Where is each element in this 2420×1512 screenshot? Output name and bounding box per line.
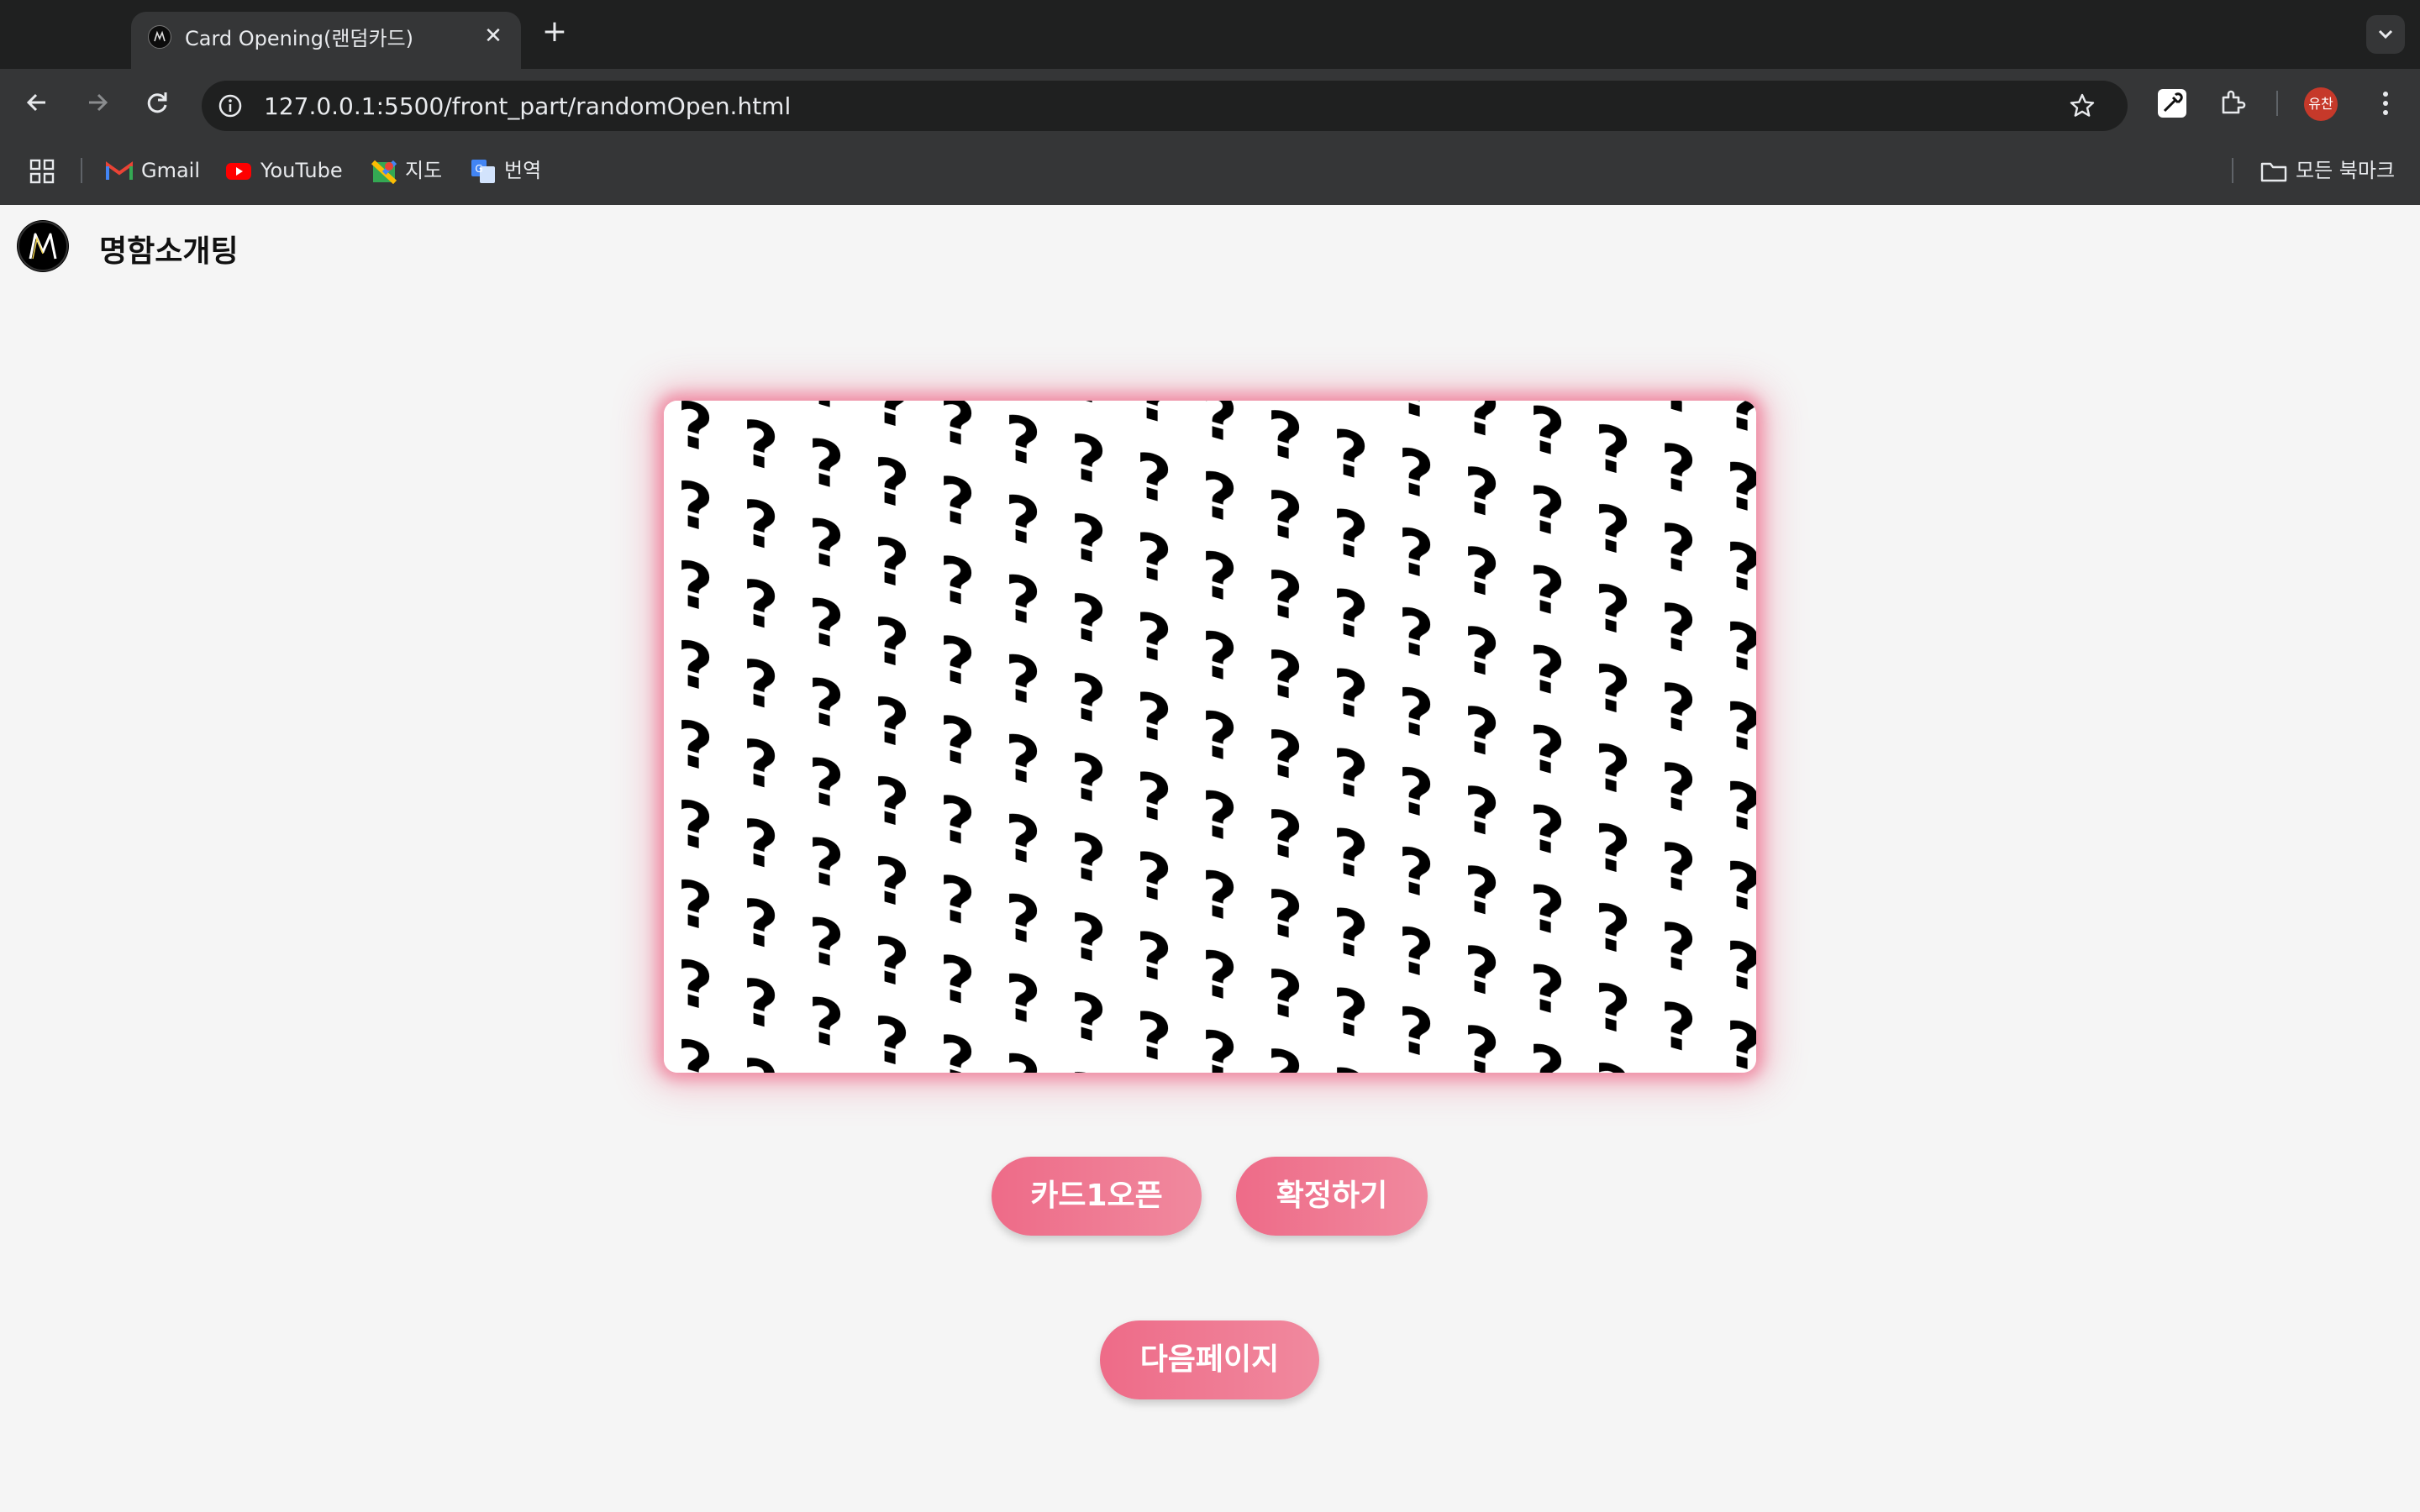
toolbar-divider — [2276, 91, 2278, 116]
bookmark-label: Gmail — [141, 159, 201, 182]
site-title: 명함소개팅 — [99, 234, 239, 269]
question-mark-pattern: ? — [664, 401, 1756, 1073]
all-bookmarks-folder[interactable]: 모든 북마크 — [2260, 156, 2395, 185]
extensions-icon[interactable] — [2217, 87, 2249, 119]
reload-icon — [147, 92, 167, 113]
site-info-icon[interactable] — [217, 92, 244, 119]
bookmark-label: 지도 — [405, 159, 443, 182]
profile-avatar[interactable]: 유찬 — [2304, 87, 2338, 121]
page-content: 명함소개팅 ? 카드1오픈 확정하기 다음페이지 — [0, 205, 2420, 1512]
mystery-card[interactable]: ? — [664, 401, 1756, 1073]
bookmark-maps[interactable]: 지도 — [371, 156, 442, 185]
site-favicon-icon — [148, 25, 171, 49]
browser-toolbar: 127.0.0.1:5500/front_part/randomOpen.htm… — [0, 69, 2420, 136]
folder-icon — [2260, 162, 2287, 182]
all-bookmarks-label: 모든 북마크 — [2296, 159, 2396, 182]
apps-grid-icon[interactable] — [29, 158, 55, 185]
confirm-button[interactable]: 확정하기 — [1236, 1157, 1428, 1236]
bookmark-label: 번역 — [504, 159, 542, 182]
bookmark-label: YouTube — [260, 159, 343, 182]
address-bar[interactable]: 127.0.0.1:5500/front_part/randomOpen.htm… — [202, 81, 2128, 131]
bookmark-translate[interactable]: G 번역 — [471, 156, 541, 185]
youtube-icon — [226, 163, 251, 180]
tab-close-icon[interactable]: ✕ — [481, 24, 506, 49]
svg-text:G: G — [475, 163, 482, 175]
forward-arrow-icon — [89, 93, 108, 112]
eyedropper-icon[interactable] — [2156, 87, 2188, 119]
bookmark-youtube[interactable]: YouTube — [225, 156, 343, 185]
back-button[interactable] — [15, 81, 59, 124]
reload-button[interactable] — [136, 81, 180, 124]
next-page-button[interactable]: 다음페이지 — [1100, 1320, 1319, 1399]
more-menu-icon[interactable] — [2370, 87, 2402, 119]
bookmark-divider — [81, 158, 82, 183]
tab-search-button[interactable] — [2366, 15, 2405, 54]
browser-tab[interactable]: Card Opening(랜덤카드) ✕ — [131, 12, 521, 69]
gmail-icon — [106, 161, 133, 180]
bookmark-divider — [2232, 158, 2233, 183]
browser-tab-strip: Card Opening(랜덤카드) ✕ + — [0, 0, 2420, 69]
maps-icon — [371, 160, 397, 184]
new-tab-button[interactable]: + — [538, 15, 571, 49]
back-arrow-icon — [26, 93, 45, 112]
bookmark-gmail[interactable]: Gmail — [106, 156, 200, 185]
site-logo[interactable] — [17, 220, 69, 272]
tab-title: Card Opening(랜덤카드) — [185, 27, 414, 50]
chevron-down-icon — [2378, 29, 2393, 39]
bookmark-star-icon[interactable] — [2067, 91, 2097, 121]
forward-button[interactable] — [76, 81, 119, 124]
open-card-button[interactable]: 카드1오픈 — [992, 1157, 1202, 1236]
url-text[interactable]: 127.0.0.1:5500/front_part/randomOpen.htm… — [264, 92, 791, 120]
bookmarks-bar: Gmail YouTube 지도 G 번역 모든 북마크 — [0, 136, 2420, 205]
translate-icon: G — [471, 160, 495, 183]
